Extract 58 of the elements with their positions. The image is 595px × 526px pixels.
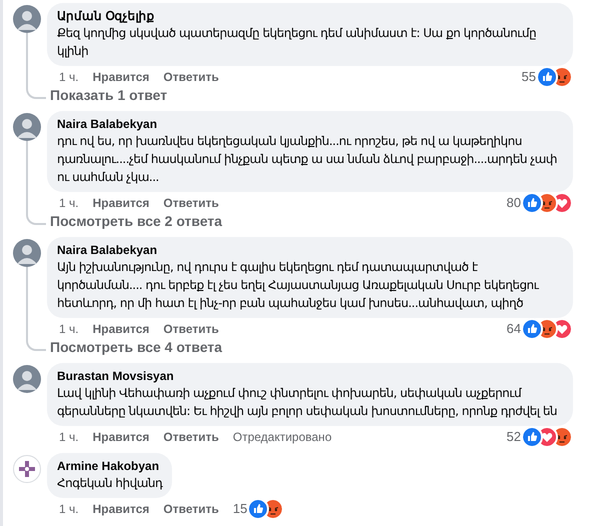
like-link[interactable]: Нравится — [92, 428, 150, 446]
author-name[interactable]: Burastan Movsisyan — [57, 368, 563, 384]
view-replies-link[interactable]: Посмотреть все 2 ответа — [50, 211, 222, 231]
author-name[interactable]: Naira Balabekyan — [57, 116, 563, 132]
reply-link[interactable]: Ответить — [163, 428, 219, 446]
angry-face-icon — [553, 68, 571, 86]
angry-face-icon — [538, 320, 556, 338]
heart-icon — [553, 320, 571, 338]
reply-link[interactable]: Ответить — [163, 68, 219, 86]
reaction-count[interactable]: 52 — [506, 427, 521, 447]
reaction-count[interactable]: 80 — [506, 193, 521, 213]
angry-face-icon — [553, 428, 571, 446]
comment-text: Հոգեկան հիվանդ — [57, 475, 162, 492]
timestamp: 1 ч. — [59, 195, 79, 212]
thread-connector — [26, 87, 46, 99]
thread-line — [26, 141, 28, 213]
reply-link[interactable]: Ответить — [163, 320, 219, 338]
angry-face-icon — [264, 500, 282, 518]
thumbs-up-icon — [523, 428, 541, 446]
comment-text: Քեզ կողմից սկսված պատերազմը եկեղեցու դեմ անիմաստ է: Սա քո կործանումը կլինի — [57, 25, 538, 60]
thread-line — [26, 267, 28, 339]
thumbs-up-icon — [523, 320, 541, 338]
timestamp: 1 ч. — [59, 69, 79, 86]
like-link[interactable]: Нравится — [92, 320, 150, 338]
comment-text: Լավ կլինի Վեհափառի աչքում փուշ փնտրելու փոխարեն, սեփական աչքերում գերանները նկատվեն: Եւ հիշվի այն բոլոր սեփական խոստումները, որոնք դրժվել են — [57, 385, 558, 420]
author-name[interactable]: Naira Balabekyan — [57, 242, 563, 258]
timestamp: 1 ч. — [59, 321, 79, 338]
like-link[interactable]: Нравится — [92, 500, 150, 518]
thread-line — [26, 33, 28, 87]
view-replies-link[interactable]: Посмотреть все 4 ответа — [50, 337, 222, 357]
avatar[interactable] — [13, 5, 41, 33]
reaction-count[interactable]: 55 — [522, 67, 536, 87]
avatar[interactable] — [13, 365, 41, 393]
author-name[interactable]: Արման Օզչելիք — [57, 8, 563, 24]
comment-text: Այն իշխանությունը, ով դուրս է գալիս եկեղեցու դեմ դատապարտված է կործանման.... դու երբեք էլ չես եղել Հայաստանյաց Առաքելական Սուրբ եկեղեցու հետևորդ, որ մի հատ էլ ինչ-որ բան պահանջես կամ խոսես...անհավատ, պիղծ — [57, 259, 540, 312]
author-name[interactable]: Armine Hakobyan — [57, 458, 162, 474]
thread-connector — [26, 339, 46, 351]
reply-link[interactable]: Ответить — [163, 194, 219, 212]
reaction-count[interactable]: 15 — [232, 499, 248, 519]
thumbs-up-icon — [523, 194, 541, 212]
heart-icon — [538, 428, 556, 446]
thumbs-up-icon — [249, 500, 268, 518]
avatar[interactable] — [13, 239, 41, 267]
reply-link[interactable]: Ответить — [163, 500, 219, 518]
angry-face-icon — [538, 194, 556, 212]
heart-icon — [553, 194, 571, 212]
timestamp: 1 ч. — [59, 429, 79, 446]
reaction-count[interactable]: 64 — [506, 319, 521, 339]
like-link[interactable]: Нравится — [92, 68, 150, 86]
thread-connector — [26, 213, 46, 225]
avatar[interactable] — [13, 455, 41, 483]
comment-text: դու ով ես, որ խառնվես եկեղեցական կյանքին...ու որոշես, թե ով ա կաթեղիկոս դառնալու....չեմ հասկանում ինչքան պետք ա սա նման ձևով բարբաջի....արդեն չափ ու սահման չկա... — [57, 133, 558, 186]
avatar[interactable] — [13, 113, 41, 141]
timestamp: 1 ч. — [59, 501, 79, 518]
edited-label: Отредактировано — [232, 429, 332, 446]
view-replies-link[interactable]: Показать 1 ответ — [50, 85, 168, 105]
thumbs-up-icon — [538, 68, 556, 86]
like-link[interactable]: Нравится — [92, 194, 150, 212]
